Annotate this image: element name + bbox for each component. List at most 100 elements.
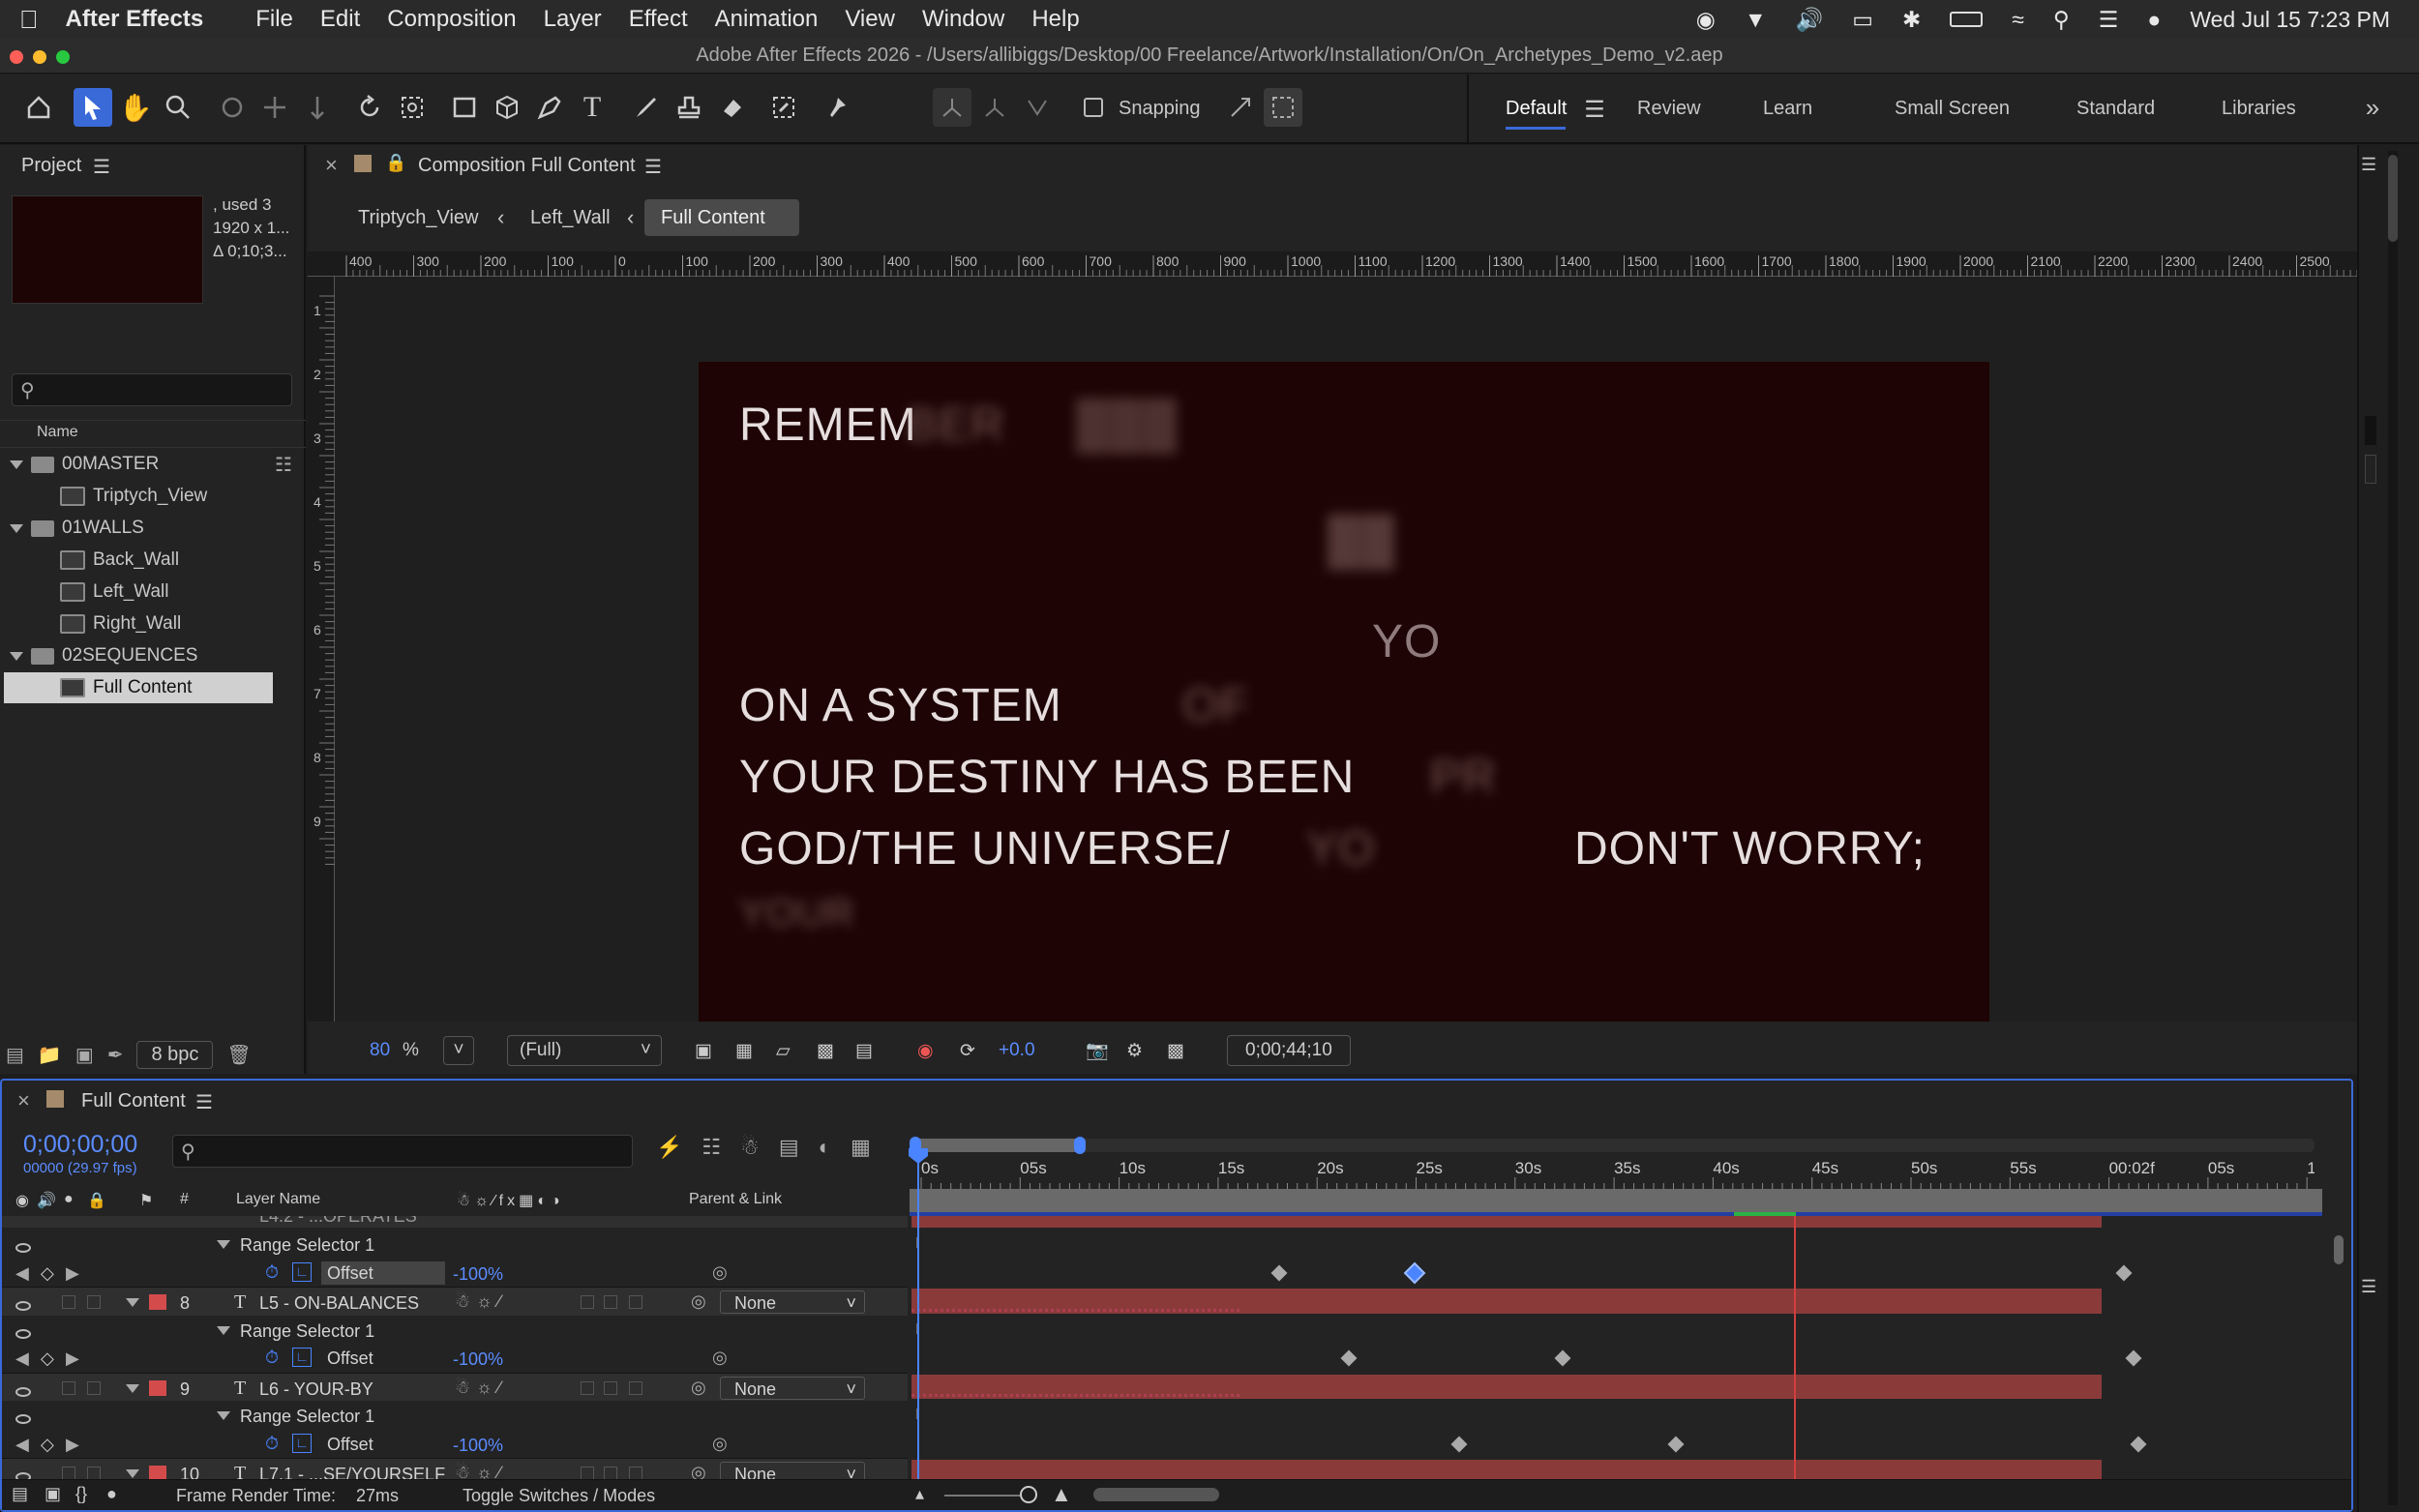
workspace-standard[interactable]: Standard [2076,98,2155,120]
eye-icon[interactable] [15,1323,31,1344]
eye-icon[interactable] [15,1408,31,1429]
property-value[interactable]: -100% [453,1436,503,1456]
breadcrumb-full-content[interactable]: Full Content [661,207,765,229]
interpret-footage-icon[interactable]: ▤ [6,1043,24,1067]
layer-duration-bar[interactable] [911,1289,2102,1314]
layer-name[interactable]: L5 - ON-BALANCES [259,1293,419,1314]
panel-menu-icon[interactable]: ☰ [644,155,662,179]
mask-visibility-icon[interactable]: ▱ [776,1040,791,1062]
zoom-in-icon[interactable]: ▲ [1051,1482,1072,1507]
breadcrumb-left-wall[interactable]: Left_Wall [530,207,611,229]
keyframe[interactable] [2130,1436,2147,1452]
eraser-tool-icon[interactable] [712,88,751,127]
layer-switch[interactable] [581,1467,594,1479]
layer-switch[interactable] [604,1380,617,1395]
layer-name[interactable]: L4.2 - ...OPERATES [259,1216,417,1227]
stopwatch-icon[interactable]: ⏱ [265,1434,279,1454]
label-color-swatch[interactable] [149,1379,166,1396]
layer-duration-bar[interactable] [911,1460,2102,1479]
snap-features-icon[interactable] [1264,88,1302,127]
chevron-down-icon[interactable] [126,1469,139,1478]
graph-icon[interactable]: ∟ [292,1433,312,1453]
audio-switch-icon[interactable]: 🔊 [37,1191,56,1210]
prev-keyframe-icon[interactable]: ◀ [15,1349,29,1369]
menu-file[interactable]: File [255,6,293,33]
draft-3d-icon[interactable]: ⚡ [656,1135,682,1160]
rotation-tool-icon[interactable] [350,88,389,127]
layer-switch[interactable] [604,1295,617,1309]
zoom-out-icon[interactable]: ▴ [915,1484,924,1504]
layer-switch[interactable] [604,1467,617,1479]
flowchart-icon[interactable]: ☷ [275,453,292,477]
range-selector-label[interactable]: Range Selector 1 [240,1407,374,1427]
menu-edit[interactable]: Edit [320,6,360,33]
siri-icon[interactable]: ● [2147,7,2161,33]
dolly-camera-icon[interactable] [298,88,337,127]
folder-row[interactable]: 01WALLS [10,513,271,544]
chevron-down-icon[interactable] [10,523,23,533]
chevron-down-icon[interactable] [10,460,23,469]
next-keyframe-icon[interactable]: ▶ [66,1435,79,1455]
comp-row[interactable]: Right_Wall [60,608,321,639]
menu-layer[interactable]: Layer [544,6,602,33]
chevron-down-icon[interactable] [217,1240,230,1249]
layer-name[interactable]: L7.1 - ...SE/YOURSELF [259,1465,445,1479]
name-column-header[interactable]: Name [37,424,78,441]
anchor-point-tool-icon[interactable] [393,88,432,127]
adjust-project-icon[interactable]: ✒ [107,1043,124,1067]
fast-previews-icon[interactable]: ▣ [695,1040,712,1062]
current-time-display[interactable]: 0;00;44;10 [1227,1035,1351,1066]
menu-app-name[interactable]: After Effects [66,6,204,33]
zoom-value[interactable]: 80 [370,1040,390,1061]
trash-icon[interactable]: 🗑 [226,1043,251,1067]
scrollbar-track[interactable] [2388,151,2398,1505]
chevron-down-icon[interactable] [10,651,23,661]
parent-dropdown[interactable]: None ˅ [720,1376,865,1400]
apple-icon[interactable]:  [19,5,39,35]
reset-exposure-icon[interactable]: ⟳ [960,1040,975,1062]
label-color-swatch[interactable] [149,1466,166,1479]
workspace-review[interactable]: Review [1637,98,1701,120]
property-name[interactable]: Offset [321,1260,445,1285]
chevron-down-icon[interactable] [126,1383,139,1393]
new-composition-icon[interactable]: ▣ [75,1043,94,1067]
lock-switch[interactable] [87,1380,101,1395]
rectangle-tool-icon[interactable] [445,88,484,127]
snap-edges-icon[interactable] [1221,88,1260,127]
zoom-tool-icon[interactable] [159,88,197,127]
brush-tool-icon[interactable] [627,88,666,127]
keyframe[interactable] [2125,1349,2142,1367]
zoom-slider-thumb[interactable] [1020,1486,1037,1503]
volume-icon[interactable]: 🔊 [1796,7,1824,33]
range-selector-row[interactable]: Range Selector 1 [2,1401,908,1430]
video-switch-icon[interactable]: ◉ [15,1191,29,1210]
breadcrumb-triptych-view[interactable]: Triptych_View [358,207,479,229]
exposure-value[interactable]: +0.0 [999,1040,1035,1061]
toggle-switches-modes[interactable]: Toggle Switches / Modes [463,1486,655,1506]
panel-menu-icon[interactable]: ☰ [195,1090,213,1114]
comp-row[interactable]: Left_Wall [60,577,321,608]
expression-pick-whip-icon[interactable]: ◎ [712,1262,728,1283]
axis-world-icon[interactable] [975,88,1014,127]
orbit-camera-icon[interactable] [213,88,252,127]
solo-switch[interactable] [62,1467,75,1479]
project-search-input[interactable]: ⚲ [12,373,292,406]
chevron-down-icon[interactable] [126,1298,139,1307]
workspace-default[interactable]: Default [1506,98,1567,120]
creative-cloud-icon[interactable]: ◉ [1696,7,1716,33]
comp-row-selected[interactable]: Full Content [4,672,273,703]
layer-number-header[interactable]: # [180,1191,189,1208]
keyframe[interactable] [2115,1264,2133,1281]
layer-duration-bar[interactable] [911,1374,2102,1399]
graph-icon[interactable]: ∟ [292,1348,312,1367]
next-keyframe-icon[interactable]: ▶ [66,1349,79,1369]
graph-editor-icon[interactable]: ▦ [851,1135,871,1160]
status-icon[interactable]: ▼ [1745,7,1767,33]
layer-switch[interactable] [629,1295,642,1309]
solo-switch-icon[interactable]: ● [64,1191,74,1208]
pan-camera-icon[interactable] [255,88,294,127]
prev-keyframe-icon[interactable]: ◀ [15,1263,29,1284]
stopwatch-icon[interactable]: ⏱ [265,1262,279,1283]
folder-row[interactable]: 02SEQUENCES [10,640,271,671]
eye-icon[interactable] [15,1237,31,1258]
